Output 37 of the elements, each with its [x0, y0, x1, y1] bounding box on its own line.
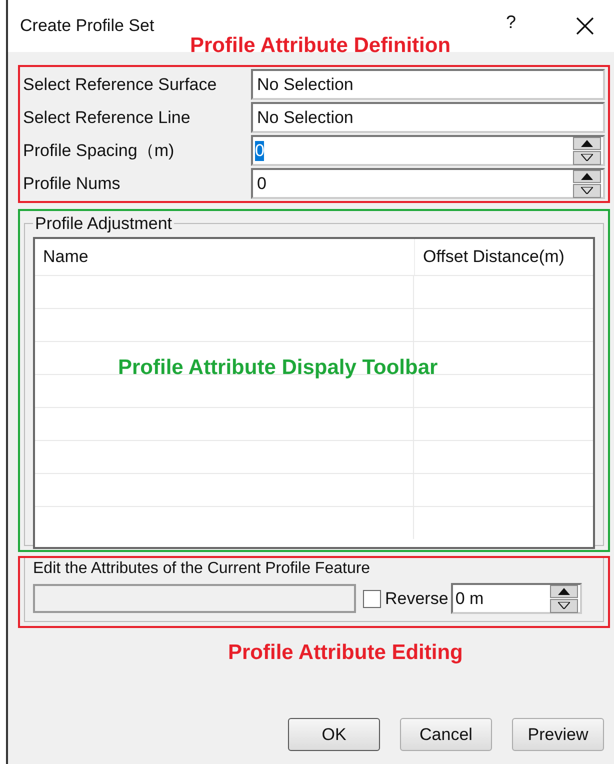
down-triangle-icon	[581, 154, 593, 162]
annotation-label: Profile Attribute Editing	[228, 640, 463, 666]
window-title: Create Profile Set	[20, 15, 154, 38]
dialog-button[interactable]: OK	[288, 718, 380, 751]
close-icon[interactable]	[576, 17, 594, 35]
input-field[interactable]	[33, 584, 356, 613]
down-triangle-icon	[558, 602, 570, 610]
input-field[interactable]: No Selection	[251, 102, 605, 133]
annotation-label: Profile Attribute Dispaly Toolbar	[118, 355, 438, 381]
input-field[interactable]: No Selection	[251, 69, 605, 100]
annotation-label: Profile Attribute Definition	[190, 33, 451, 59]
group-title: Edit the Attributes of the Current Profile Feature	[33, 559, 372, 579]
spin-down-button[interactable]	[573, 184, 601, 198]
input-field[interactable]: 0	[251, 135, 605, 166]
input-field[interactable]: 0	[251, 168, 605, 199]
field-label: Select Reference Surface	[22, 74, 218, 96]
input-field[interactable]: 0 m	[451, 583, 582, 614]
checkbox-label: Reverse	[385, 588, 448, 610]
group-title: Profile Adjustment	[34, 213, 174, 235]
column-header[interactable]: Name	[35, 238, 414, 274]
spin-down-button[interactable]	[573, 151, 601, 164]
checkbox[interactable]	[363, 590, 381, 608]
field-label: Profile Spacing（m)	[22, 140, 176, 162]
column-header[interactable]: Offset Distance(m)	[414, 238, 593, 274]
spin-up-button[interactable]	[550, 584, 578, 598]
spin-up-button[interactable]	[573, 136, 601, 150]
dialog-button[interactable]: Preview	[512, 718, 604, 751]
field-label: Select Reference Line	[22, 106, 192, 129]
down-triangle-icon	[581, 187, 593, 194]
field-label: Profile Nums	[22, 172, 122, 195]
up-triangle-icon	[581, 140, 593, 147]
spin-down-button[interactable]	[550, 599, 578, 612]
up-triangle-icon	[581, 172, 593, 180]
up-triangle-icon	[558, 588, 570, 595]
help-button[interactable]: ?	[506, 8, 516, 36]
spin-up-button[interactable]	[573, 170, 601, 183]
dialog-button[interactable]: Cancel	[400, 718, 492, 751]
